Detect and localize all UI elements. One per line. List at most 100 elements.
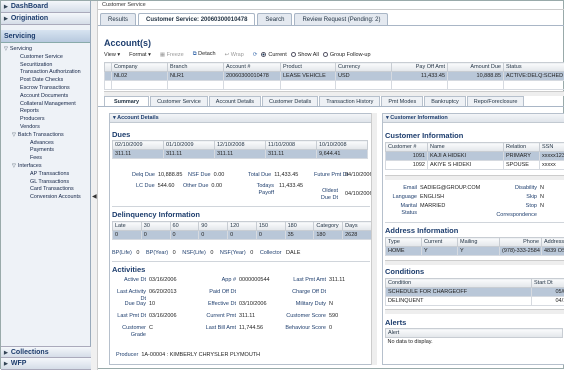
activity-field-label: Active Dt [112, 277, 146, 284]
column-header[interactable]: Address [542, 238, 564, 247]
nav-group-interfaces-label: Interfaces [18, 163, 42, 169]
row-selector[interactable] [105, 72, 112, 81]
column-header[interactable]: Branch [168, 63, 224, 72]
table-row[interactable]: NL02 NLR1 20060300010478 LEASE VEHICLE U… [105, 72, 564, 81]
column-header[interactable]: Amount Due [448, 63, 504, 72]
table-row[interactable]: DELINQUENT 04/18/2006 [386, 297, 564, 306]
column-header[interactable]: Type [386, 238, 422, 247]
field-todays-payoff: Todays Payoff [250, 183, 274, 197]
nav-item-account-documents[interactable]: Account Documents [1, 93, 90, 101]
nav-item-collateral-management[interactable]: Collateral Management [1, 101, 90, 109]
nav-group-servicing[interactable]: ▽Servicing [1, 46, 90, 54]
refresh-icon[interactable]: ⟳ [253, 52, 258, 58]
table-row-empty [105, 81, 564, 90]
tab-pmt-modes[interactable]: Pmt Modes [381, 96, 423, 106]
nav-bottom: ▶Collections ▶WFP [1, 346, 91, 370]
customer-information-header[interactable]: ▾ Customer Information [383, 114, 564, 123]
horizontal-scrollbar[interactable] [385, 175, 564, 180]
tab-summary[interactable]: Summary [104, 96, 149, 106]
nav-wfp[interactable]: ▶WFP [1, 358, 91, 370]
table-row[interactable]: 1091 KAJI A HIDEKI PRIMARY xxxxx1234 [386, 152, 564, 161]
activity-field: Customer GradeC [112, 325, 153, 339]
nav-origination[interactable]: ▶Origination [1, 13, 90, 25]
nav-item-vendors[interactable]: Vendors [1, 124, 90, 132]
table-row[interactable]: 1092 AKIYE S HIDEKI SPOUSE xxxxx [386, 161, 564, 170]
divider [112, 206, 370, 207]
nav-item-card-transactions[interactable]: Card Transactions [1, 186, 90, 194]
vertical-scrollbar[interactable] [371, 113, 377, 365]
tab-results[interactable]: Results [100, 13, 136, 25]
column-header[interactable]: Status [504, 63, 564, 72]
collapse-left-icon[interactable]: ◀ [92, 193, 97, 200]
column-header[interactable]: SSN [540, 143, 564, 152]
horizontal-scrollbar[interactable] [385, 260, 564, 265]
freeze-button[interactable]: ▦ Freeze [160, 52, 184, 58]
account-details-header[interactable]: ▾ Account Details [110, 114, 376, 123]
nav-item-ap-transactions[interactable]: AP Transactions [1, 171, 90, 179]
column-header[interactable]: Name [428, 143, 504, 152]
nav-item-reports[interactable]: Reports [1, 108, 90, 116]
tab-customer-details[interactable]: Customer Details [262, 96, 318, 106]
nav-item-escrow-transactions[interactable]: Escrow Transactions [1, 85, 90, 93]
activity-field-label: Effective Dt [196, 301, 236, 308]
nav-item-gl-transactions[interactable]: GL Transactions [1, 179, 90, 187]
nav-item-securitization[interactable]: Securitization [1, 62, 90, 70]
tab-search[interactable]: Search [257, 13, 292, 25]
column-header[interactable]: Currency [336, 63, 392, 72]
column-header[interactable]: Mailing [458, 238, 500, 247]
horizontal-scrollbar[interactable] [385, 309, 564, 314]
tab-repo-foreclosure[interactable]: Repo/Foreclosure [467, 96, 525, 106]
radio-current[interactable]: Current [261, 52, 286, 58]
dues-title: Dues [112, 130, 130, 139]
divider [385, 222, 564, 223]
column-header[interactable]: Product [281, 63, 336, 72]
nav-item-advances[interactable]: Advances [1, 140, 90, 148]
nav-servicing-header[interactable]: Servicing [1, 30, 90, 43]
column-header[interactable]: Phone [500, 238, 542, 247]
column-header[interactable]: Start Dt [532, 279, 564, 288]
bp-life-label: BP(Life) [112, 250, 132, 256]
tab-review-request[interactable]: Review Request (Pending: 2) [294, 13, 388, 25]
tab-bankruptcy[interactable]: Bankruptcy [424, 96, 466, 106]
column-header[interactable]: Account # [224, 63, 281, 72]
nav-item-producers[interactable]: Producers [1, 116, 90, 124]
table-row[interactable]: HOME Y Y (978)-333-2584 4839 OSTR [386, 247, 564, 256]
nav-dashboard[interactable]: ▶DashBoard [1, 1, 90, 13]
nav-item-payments[interactable]: Payments [1, 147, 90, 155]
nav-item-conversion-accounts[interactable]: Conversion Accounts [1, 194, 90, 202]
column-header[interactable]: Customer # [386, 143, 428, 152]
wrap-button[interactable]: ↩ Wrap [225, 52, 244, 58]
nav-item-fees[interactable]: Fees [1, 155, 90, 163]
view-menu-label: View [104, 52, 116, 58]
radio-show-all[interactable]: Show All [291, 52, 319, 58]
nav-item-transaction-authorization[interactable]: Transaction Authorization [1, 69, 90, 77]
format-menu[interactable]: Format ▾ [129, 52, 151, 58]
table-row[interactable]: 0 0 0 0 0 0 35 180 2628 [113, 231, 372, 240]
field-disability: DisabilityN [501, 184, 544, 193]
table-row[interactable]: 311.11 311.11 311.11 311.11 9,644.41 [113, 150, 368, 159]
table-cell: NLR1 [168, 72, 224, 81]
column-header[interactable]: Relation [504, 143, 540, 152]
nav-item-post-date-checks[interactable]: Post Date Checks [1, 77, 90, 85]
column-header[interactable]: Company [112, 63, 168, 72]
column-header[interactable]: Current [422, 238, 458, 247]
field-marital-status: Marital StatusMARRIED [385, 203, 480, 217]
tab-customer-service-detail[interactable]: Customer Service [150, 96, 208, 106]
tab-account-details[interactable]: Account Details [209, 96, 261, 106]
table-row[interactable]: SCHEDULE FOR CHARGEOFF 05/09/2013 [386, 288, 564, 297]
nav-collections[interactable]: ▶Collections [1, 346, 91, 358]
tab-transaction-history[interactable]: Transaction History [319, 96, 380, 106]
view-menu[interactable]: View ▾ [104, 52, 120, 58]
nav-group-batch-transactions[interactable]: ▽Batch Transactions [1, 132, 90, 140]
column-header[interactable]: Pay Off Amt [392, 63, 448, 72]
column-header[interactable]: Condition [386, 279, 532, 288]
column-header[interactable]: Alert [386, 329, 563, 338]
panel-splitter[interactable]: ◀ [91, 1, 98, 370]
nav-group-interfaces[interactable]: ▽Interfaces [1, 163, 90, 171]
radio-group-follow-up[interactable]: Group Follow-up [323, 52, 371, 58]
detach-button[interactable]: ⧉ Detach [193, 51, 216, 58]
tab-customer-service[interactable]: Customer Service: 20060300010478 [138, 13, 255, 25]
nav-item-customer-service[interactable]: Customer Service [1, 54, 90, 62]
field-lc-due: LC Due544.60 [136, 183, 174, 189]
field-todays-payoff-value: 11,433.45 [276, 183, 303, 189]
